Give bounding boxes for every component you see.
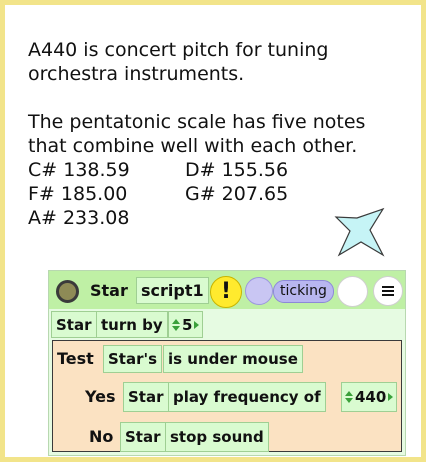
note-value: G# 207.65 [185,183,289,205]
star-sprite[interactable] [333,205,389,261]
no-label: No [89,427,114,446]
test-label: Test [57,349,94,368]
text-block: A440 is concert pitch for tuning orchest… [28,38,408,230]
yes-label: Yes [85,387,116,406]
ticking-status-button[interactable]: ticking [273,280,334,303]
notes-row: F# 185.00 G# 207.65 [28,182,408,206]
chevron-right-icon[interactable] [388,393,394,401]
note-value: A# 233.08 [28,207,130,229]
frequency-stepper[interactable]: 440 [341,382,398,412]
text-line: A440 is concert pitch for tuning [28,39,329,61]
text-line: orchestra instruments. [28,63,245,85]
test-block[interactable]: Test Star's is under mouse Yes Star play… [52,340,402,452]
chevron-right-icon[interactable] [194,320,200,329]
condition-object-tile[interactable]: Star's [103,345,163,373]
no-command-tile[interactable]: stop sound [165,422,269,452]
script-editor[interactable]: Star script1 ! ticking Star turn by 5 Te… [48,270,406,456]
menu-icon[interactable] [373,276,403,306]
frequency-value[interactable]: 440 [355,388,386,406]
notes-row: C# 138.59 D# 155.56 [28,158,408,182]
clock-icon[interactable] [245,277,273,305]
script-name-field[interactable]: script1 [136,277,209,304]
yes-command-tile[interactable]: play frequency of [168,382,326,412]
note-value: F# 185.00 [28,183,128,205]
amount-value[interactable]: 5 [182,316,192,334]
blank-circle-button[interactable] [337,276,368,307]
script-status-icon[interactable] [56,280,79,303]
command-tile[interactable]: turn by [96,311,168,338]
amount-stepper[interactable]: 5 [168,311,204,338]
script-header: Star script1 ! ticking [49,271,405,309]
text-line: that combine well with each other. [28,135,358,157]
yes-object-tile[interactable]: Star [123,382,169,412]
stepper-arrows-icon[interactable] [172,318,180,331]
condition-tile[interactable]: is under mouse [163,345,303,373]
stepper-arrows-icon[interactable] [345,391,353,403]
note-value: C# 138.59 [28,159,130,181]
text-line: The pentatonic scale has five notes [28,111,366,133]
command-object-tile[interactable]: Star [51,311,97,338]
run-once-button[interactable]: ! [210,276,242,308]
no-object-tile[interactable]: Star [120,422,166,452]
script-owner-name: Star [90,281,128,300]
note-value: D# 155.56 [185,159,289,181]
